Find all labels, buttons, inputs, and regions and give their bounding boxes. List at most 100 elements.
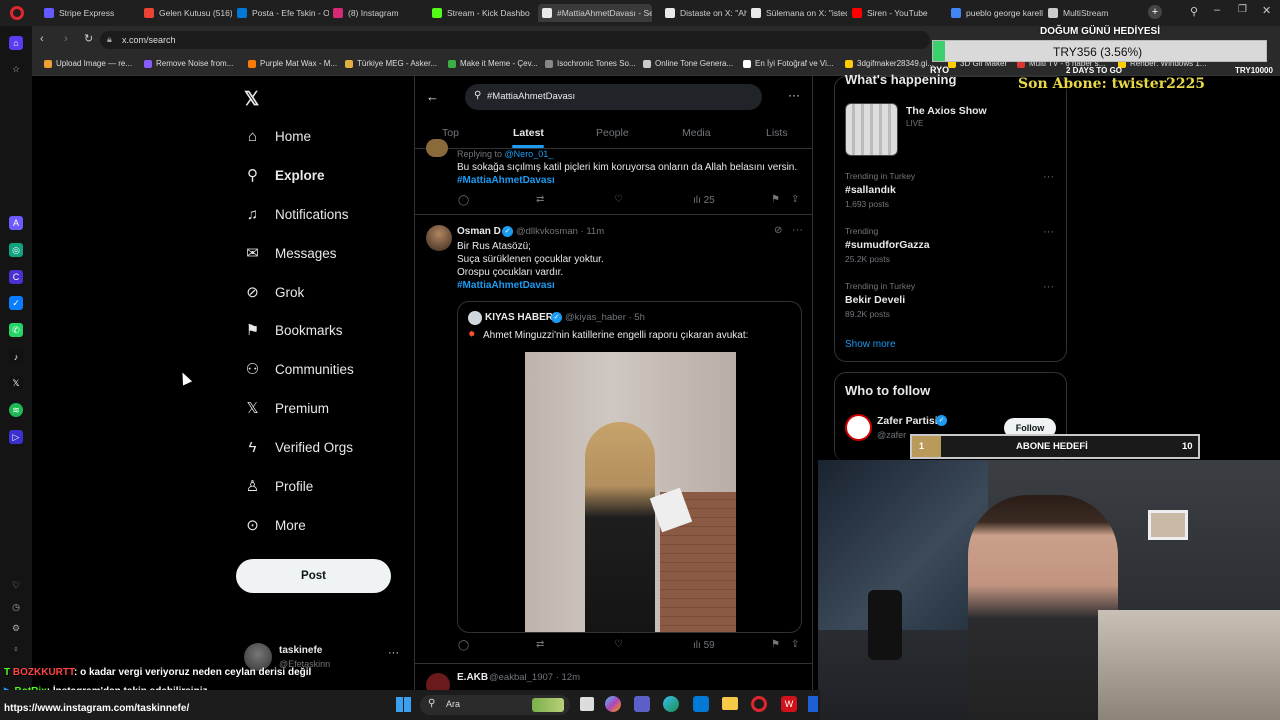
nav-premium[interactable]: 𝕏 Premium [244, 400, 329, 417]
browser-tab[interactable]: #MattiaAhmetDavası - Se [538, 4, 652, 22]
settings-icon[interactable]: ⚙ [9, 621, 23, 635]
bookmark-item[interactable]: Türkiye MEG - Asker... [345, 59, 437, 68]
browser-tab[interactable]: Posta - Efe Tskin - Ou [237, 4, 329, 22]
bookmark-item[interactable]: En İyi Fotoğraf ve Vi... [743, 59, 834, 68]
bookmark-icon[interactable]: ⚑ [771, 194, 780, 205]
tweet-1[interactable]: Replying to @Nero_01_ Bu sokağa sıçılmış… [415, 139, 812, 215]
bookmark-item[interactable]: Purple Mat Wax - M... [248, 59, 337, 68]
tab-media[interactable]: Media [682, 127, 711, 139]
opera-logo-icon[interactable] [10, 6, 24, 20]
reply-icon[interactable]: ◯ [458, 195, 469, 206]
bookmark-item[interactable]: 3dgifmaker28349.gi... [845, 59, 934, 68]
trend-name[interactable]: #sallandık [845, 184, 896, 196]
url-field[interactable]: 🔒︎ x.com/search [100, 31, 930, 49]
reload-icon[interactable]: ↻ [84, 32, 93, 45]
app-w-icon[interactable]: W [781, 696, 797, 712]
back-icon[interactable]: ‹ [40, 33, 44, 45]
bookmark-item[interactable]: Make it Meme - Çev... [448, 59, 538, 68]
tab-people[interactable]: People [596, 127, 629, 139]
search-tabs-icon[interactable]: ⚲ [1190, 5, 1198, 18]
nav-bookmarks[interactable]: ⚑ Bookmarks [244, 322, 343, 339]
forward-icon[interactable]: › [64, 33, 68, 45]
minimize-icon[interactable]: – [1214, 4, 1220, 16]
tweet-2[interactable]: Osman D ✓ @dllkvkosman · 11m ⊘ ··· Bir R… [415, 216, 812, 664]
teams-icon[interactable] [634, 696, 650, 712]
bookmark-item[interactable]: Isochronic Tones So... [545, 59, 636, 68]
tab-lists[interactable]: Lists [766, 127, 788, 139]
history-icon[interactable]: ◷ [9, 600, 23, 614]
explorer-icon[interactable] [722, 697, 738, 710]
nav-messages[interactable]: ✉ Messages [244, 245, 336, 262]
bookmark-icon[interactable]: ⚑ [771, 639, 780, 650]
browser-tab[interactable]: Siren - YouTube [852, 4, 947, 22]
home-icon[interactable]: ⌂ [9, 36, 23, 50]
reply-icon[interactable]: ◯ [458, 640, 469, 651]
task-view-icon[interactable] [580, 697, 594, 711]
back-arrow-icon[interactable]: ← [426, 89, 439, 104]
nav-notifications[interactable]: ♫ Notifications [244, 206, 349, 223]
share-icon[interactable]: ⇪ [791, 639, 799, 650]
grok-icon[interactable]: ⊘ [774, 225, 782, 236]
quoted-tweet[interactable]: KIYAS HABER ✓ @kiyas_haber · 5h ✸ Ahmet … [457, 301, 802, 633]
browser-tab[interactable]: Gelen Kutusu (516) - [144, 4, 232, 22]
browser-tab[interactable]: pueblo george karelli [951, 4, 1043, 22]
tweet-1-hashtag[interactable]: #MattiaAhmetDavası [457, 175, 555, 186]
maximize-icon[interactable]: ❐ [1238, 4, 1247, 15]
chat-link[interactable]: https://www.instagram.com/taskinnefe/ [4, 703, 189, 714]
opera-taskbar-icon[interactable] [751, 696, 767, 712]
whatsapp-icon[interactable]: ✆ [9, 323, 23, 337]
browser-tab[interactable]: MultiStream [1048, 4, 1138, 22]
tab-top[interactable]: Top [442, 127, 459, 139]
heart-icon[interactable]: ♡ [9, 578, 23, 592]
quote-video[interactable] [525, 352, 736, 632]
nav-profile[interactable]: ♙ Profile [244, 478, 314, 495]
retweet-icon[interactable]: ⇄ [536, 639, 544, 650]
taskbar-search[interactable]: ⚲ Ara [420, 695, 570, 715]
trend-name[interactable]: #sumudforGazza [845, 239, 930, 251]
nav-grok[interactable]: ⊘ Grok [244, 284, 304, 301]
trend-more-icon[interactable]: ··· [1043, 171, 1054, 183]
featured-thumbnail[interactable] [845, 103, 898, 156]
close-icon[interactable]: ✕ [1262, 4, 1271, 17]
suggestion-name[interactable]: Zafer Partisi [877, 415, 938, 427]
replying-to-handle[interactable]: @Nero_01_ [505, 149, 554, 159]
windows-start-icon[interactable] [396, 697, 411, 712]
browser-tab[interactable]: Distaste on X: "Ahme [665, 4, 747, 22]
chatgpt-icon[interactable]: ◎ [9, 243, 23, 257]
copilot-icon[interactable] [605, 696, 621, 712]
bookmark-item[interactable]: Remove Noise from... [144, 59, 233, 68]
aria-icon[interactable]: A [9, 216, 23, 230]
messenger-icon[interactable]: ✓ [9, 296, 23, 310]
post-button[interactable]: Post [236, 559, 391, 593]
nav-communities[interactable]: ⚇ Communities [244, 361, 354, 378]
new-tab-icon[interactable]: + [1148, 5, 1162, 19]
show-more-link[interactable]: Show more [845, 339, 896, 350]
featured-title[interactable]: The Axios Show [906, 105, 987, 117]
views-icon[interactable]: ılı 25 [693, 195, 715, 206]
player-icon[interactable]: ▷ [9, 430, 23, 444]
bookmark-item[interactable]: Upload Image — re... [44, 59, 132, 68]
spotify-icon[interactable]: ≋ [9, 403, 23, 417]
nav-verified-orgs[interactable]: ϟ Verified Orgs [244, 439, 354, 456]
tweet-2-hashtag[interactable]: #MattiaAhmetDavası [457, 280, 555, 291]
bookmark-item[interactable]: Online Tone Genera... [643, 59, 733, 68]
tweet-3-name[interactable]: E.AKB [457, 672, 488, 683]
views-icon[interactable]: ılı 59 [693, 640, 715, 651]
tips-icon[interactable]: ♀ [9, 642, 23, 656]
nav-explore[interactable]: ⚲ Explore [244, 167, 325, 184]
browser-tab[interactable]: (8) Instagram [333, 4, 429, 22]
app-blue-icon[interactable] [808, 696, 818, 712]
browser-tab[interactable]: Sülemana on X: "isted [751, 4, 847, 22]
browser-tab[interactable]: Stream - Kick Dashbo [432, 4, 534, 22]
trend-name[interactable]: Bekir Develi [845, 294, 905, 306]
app-icon[interactable]: C [9, 270, 23, 284]
store-icon[interactable] [693, 696, 709, 712]
nav-more[interactable]: ⊙ More [244, 517, 306, 534]
search-options-icon[interactable]: ··· [788, 88, 800, 102]
nav-home[interactable]: ⌂ Home [244, 128, 311, 145]
tweet-2-name[interactable]: Osman D [457, 226, 501, 237]
trend-more-icon[interactable]: ··· [1043, 281, 1054, 293]
star-icon[interactable]: ☆ [9, 62, 23, 76]
share-icon[interactable]: ⇪ [791, 194, 799, 205]
retweet-icon[interactable]: ⇄ [536, 194, 544, 205]
